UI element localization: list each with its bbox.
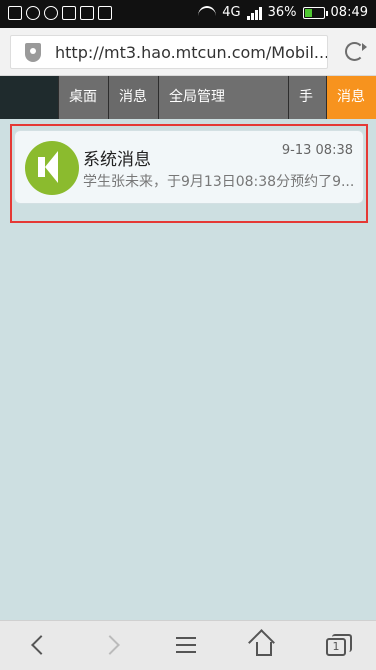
clock: 08:49 xyxy=(330,5,368,20)
browser-address-bar: http://mt3.hao.mtcun.com/Mobil... xyxy=(0,28,376,76)
battery-percent: 36% xyxy=(267,5,297,20)
status-indicators: 4G 36% 08:49 xyxy=(198,5,368,20)
message-title: 系统消息 xyxy=(83,150,151,170)
menu-icon xyxy=(98,6,112,20)
cleanup-icon xyxy=(62,6,76,20)
sync-icon xyxy=(44,6,58,20)
message-time: 9-13 08:38 xyxy=(281,143,353,158)
browser-bottom-toolbar: 1 xyxy=(0,620,376,670)
home-icon[interactable] xyxy=(250,633,278,659)
status-bar: 4G 36% 08:49 xyxy=(0,0,376,28)
wifi-icon xyxy=(198,6,217,19)
top-navigation: 桌面 消息 全局管理 手 消息 xyxy=(0,76,376,119)
refresh-icon[interactable] xyxy=(345,42,367,61)
image-icon xyxy=(8,6,22,20)
url-field[interactable]: http://mt3.hao.mtcun.com/Mobil... xyxy=(10,35,328,69)
tab-global-management[interactable]: 全局管理 xyxy=(158,76,288,119)
url-text[interactable]: http://mt3.hao.mtcun.com/Mobil... xyxy=(55,43,327,62)
message-list-item[interactable]: 系统消息 9-13 08:38 学生张未来，于9月13日08:38分预约了9..… xyxy=(14,130,364,204)
speaker-icon xyxy=(25,141,79,195)
forward-icon[interactable] xyxy=(100,633,128,659)
tab-messages[interactable]: 消息 xyxy=(108,76,158,119)
tab-hand[interactable]: 手 xyxy=(288,76,326,119)
network-label: 4G xyxy=(222,5,241,20)
app-logo[interactable] xyxy=(0,76,58,119)
battery-icon xyxy=(302,6,328,19)
tabs-icon[interactable]: 1 xyxy=(326,634,352,656)
tab-desktop[interactable]: 桌面 xyxy=(58,76,108,119)
status-icons xyxy=(8,6,112,20)
notification-icon xyxy=(26,6,40,20)
signal-icon xyxy=(246,6,262,20)
message-preview: 学生张未来，于9月13日08:38分预约了9... xyxy=(83,174,355,190)
storage-icon xyxy=(80,6,94,20)
tab-messages-active[interactable]: 消息 xyxy=(326,76,376,119)
security-shield-icon[interactable] xyxy=(25,43,41,62)
back-icon[interactable] xyxy=(26,633,54,659)
menu-icon[interactable] xyxy=(174,633,202,659)
